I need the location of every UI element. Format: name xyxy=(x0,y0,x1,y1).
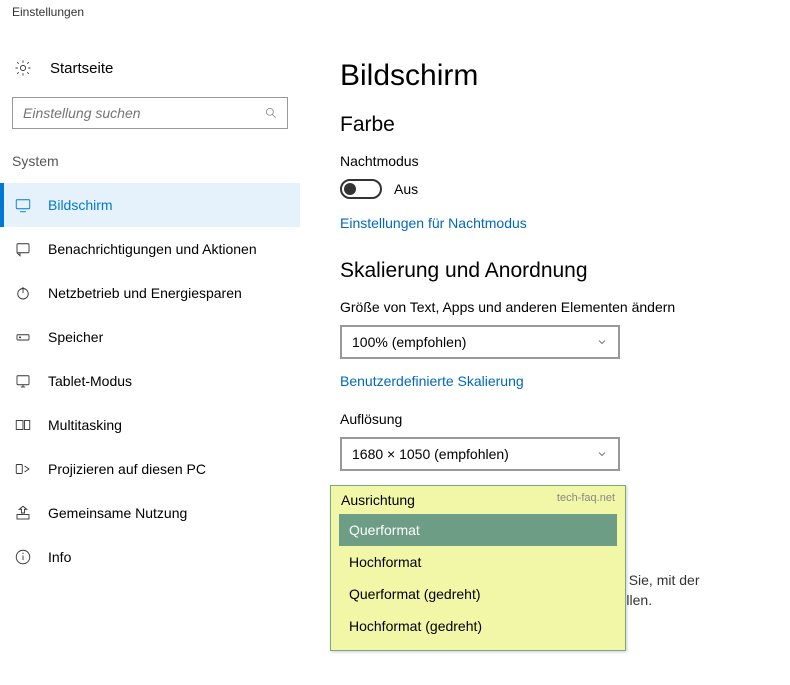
scaling-label: Größe von Text, Apps und anderen Element… xyxy=(340,299,780,315)
resolution-label: Auflösung xyxy=(340,411,780,427)
night-mode-state: Aus xyxy=(394,181,418,197)
page-title: Bildschirm xyxy=(340,59,780,93)
scaling-value: 100% (empfohlen) xyxy=(352,334,466,350)
sidebar-item-project[interactable]: Projizieren auf diesen PC xyxy=(0,447,300,491)
display-icon xyxy=(12,196,34,214)
sidebar: Startseite System Bildschirm Benachrichti… xyxy=(0,19,300,610)
gear-icon xyxy=(12,59,34,77)
resolution-dropdown[interactable]: 1680 × 1050 (empfohlen) xyxy=(340,437,620,471)
chevron-down-icon xyxy=(596,336,608,348)
info-icon xyxy=(12,548,34,566)
sidebar-item-label: Multitasking xyxy=(48,417,122,433)
orientation-option[interactable]: Querformat (gedreht) xyxy=(339,578,617,610)
night-mode-toggle[interactable] xyxy=(340,179,382,199)
scaling-heading: Skalierung und Anordnung xyxy=(340,259,780,283)
sidebar-item-label: Speicher xyxy=(48,329,103,345)
orientation-option[interactable]: Hochformat xyxy=(339,546,617,578)
scaling-dropdown[interactable]: 100% (empfohlen) xyxy=(340,325,620,359)
sidebar-item-notify[interactable]: Benachrichtigungen und Aktionen xyxy=(0,227,300,271)
storage-icon xyxy=(12,328,34,346)
sidebar-item-storage[interactable]: Speicher xyxy=(0,315,300,359)
tablet-icon xyxy=(12,372,34,390)
sidebar-item-info[interactable]: Info xyxy=(0,535,300,579)
power-icon xyxy=(12,284,34,302)
orientation-option[interactable]: Hochformat (gedreht) xyxy=(339,610,617,642)
home-label: Startseite xyxy=(50,60,113,77)
project-icon xyxy=(12,460,34,478)
chevron-down-icon xyxy=(596,448,608,460)
sidebar-item-label: Tablet-Modus xyxy=(48,373,132,389)
sidebar-item-multitask[interactable]: Multitasking xyxy=(0,403,300,447)
sidebar-item-label: Netzbetrieb und Energiesparen xyxy=(48,285,242,301)
home-button[interactable]: Startseite xyxy=(0,59,300,97)
resolution-value: 1680 × 1050 (empfohlen) xyxy=(352,446,509,462)
night-mode-label: Nachtmodus xyxy=(340,153,780,169)
color-heading: Farbe xyxy=(340,113,780,137)
orientation-dropdown-open[interactable]: Ausrichtung tech-faq.net QuerformatHochf… xyxy=(330,485,626,651)
orientation-label: Ausrichtung xyxy=(341,492,415,508)
sidebar-item-power[interactable]: Netzbetrieb und Energiesparen xyxy=(0,271,300,315)
section-label: System xyxy=(0,153,300,183)
sidebar-item-label: Gemeinsame Nutzung xyxy=(48,505,187,521)
search-icon xyxy=(264,106,278,120)
notify-icon xyxy=(12,240,34,258)
custom-scaling-link[interactable]: Benutzerdefinierte Skalierung xyxy=(340,373,524,389)
orientation-option[interactable]: Querformat xyxy=(339,514,617,546)
sidebar-item-tablet[interactable]: Tablet-Modus xyxy=(0,359,300,403)
watermark: tech-faq.net xyxy=(557,492,615,508)
search-input[interactable] xyxy=(12,97,288,129)
night-mode-settings-link[interactable]: Einstellungen für Nachtmodus xyxy=(340,215,527,231)
sidebar-item-label: Projizieren auf diesen PC xyxy=(48,461,206,477)
sidebar-item-share[interactable]: Gemeinsame Nutzung xyxy=(0,491,300,535)
window-title: Einstellungen xyxy=(0,0,790,19)
sidebar-item-label: Benachrichtigungen und Aktionen xyxy=(48,241,257,257)
sidebar-item-label: Bildschirm xyxy=(48,197,113,213)
sidebar-item-label: Info xyxy=(48,549,71,565)
multitask-icon xyxy=(12,416,34,434)
share-icon xyxy=(12,504,34,522)
sidebar-item-display[interactable]: Bildschirm xyxy=(0,183,300,227)
